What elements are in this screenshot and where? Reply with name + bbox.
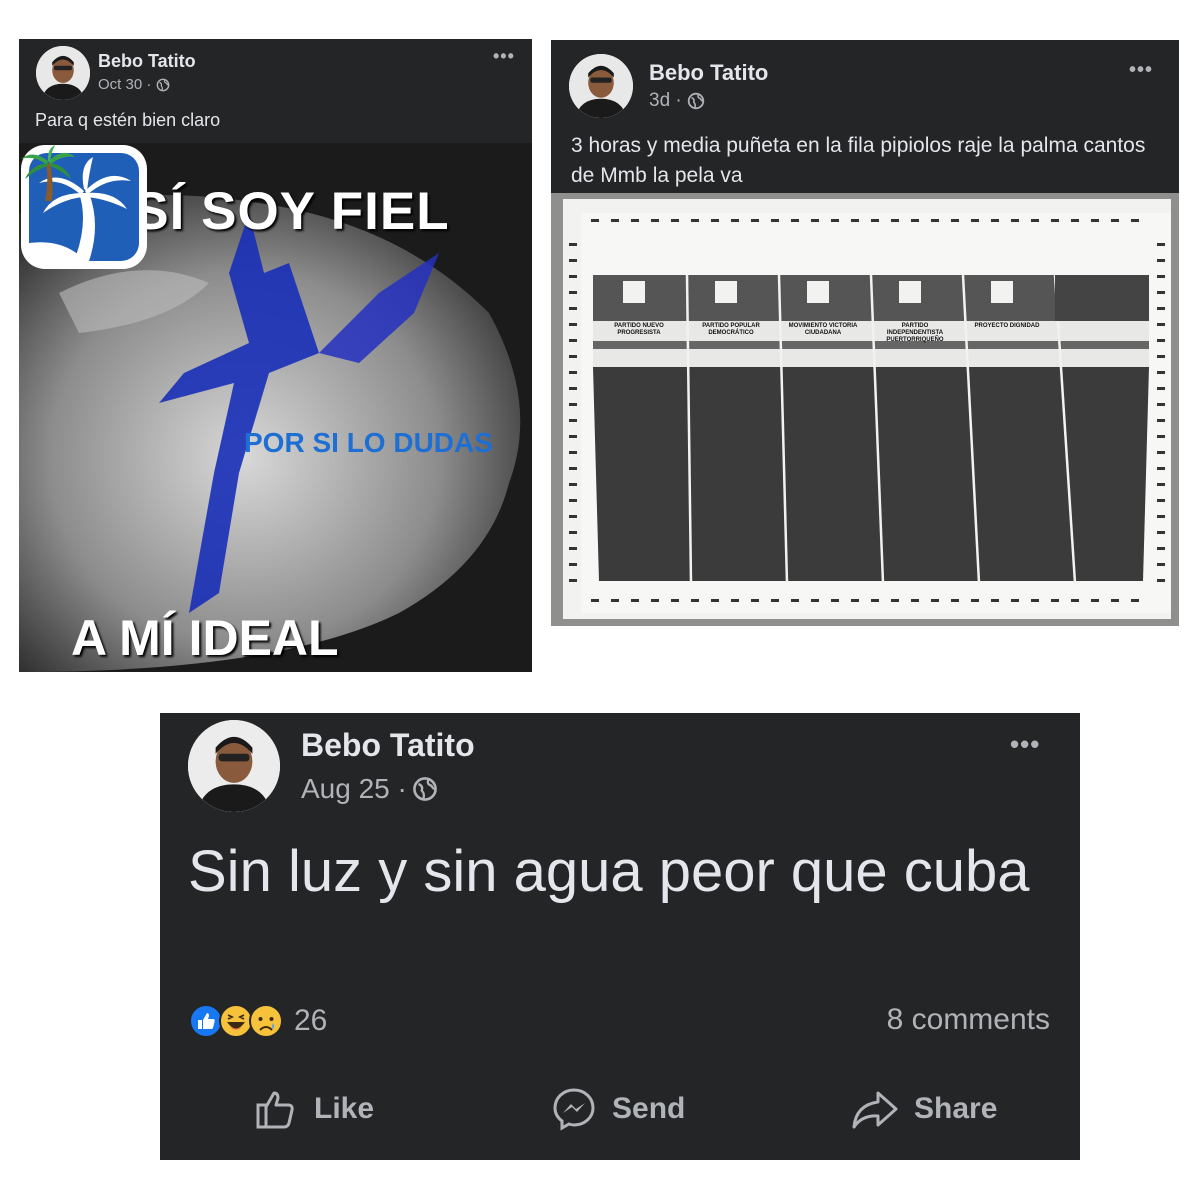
globe-icon [156, 78, 170, 91]
post-card-3d: Bebo Tatito 3d · ••• 3 horas y media puñ… [551, 40, 1179, 626]
post-caption: 3 horas y media puñeta en la fila pipiol… [571, 134, 1146, 187]
post-timestamp[interactable]: 3d · [649, 90, 705, 112]
share-arrow-icon [852, 1091, 898, 1129]
thumbs-up-icon [256, 1091, 294, 1129]
author-avatar[interactable] [569, 54, 633, 118]
post-actions-bar: Like Send Share [160, 1085, 1080, 1141]
comments-count-link[interactable]: 8 comments [887, 1003, 1050, 1037]
send-label: Send [612, 1092, 686, 1125]
share-button[interactable]: Share [850, 1085, 997, 1133]
post-timestamp[interactable]: Oct 30 · [98, 76, 170, 93]
globe-icon [412, 777, 437, 801]
post-image-ballot[interactable]: PARTIDO NUEVO PROGRESISTA PARTIDO POPULA… [551, 193, 1179, 626]
reactions-count: 26 [294, 1004, 328, 1037]
meme-text-bottom: A MÍ IDEAL [71, 610, 339, 666]
author-name[interactable]: Bebo Tatito [98, 51, 196, 72]
ballot-photo [551, 193, 1179, 626]
globe-icon [687, 92, 704, 110]
author-avatar[interactable] [188, 720, 280, 812]
more-options-icon[interactable]: ••• [1129, 60, 1153, 80]
post-image-fist[interactable]: YO SÍ SOY FIEL POR SI LO DUDAS A MÍ IDEA… [19, 143, 532, 672]
author-name[interactable]: Bebo Tatito [649, 60, 768, 86]
sad-reaction-icon [249, 1004, 283, 1038]
timestamp-text: Oct 30 · [98, 76, 152, 93]
post-caption: Para q estén bien claro [35, 110, 221, 130]
like-label: Like [314, 1092, 375, 1125]
share-label: Share [914, 1092, 998, 1125]
ballot-party-pd: PROYECTO DIGNIDAD [974, 323, 1040, 329]
post-card-aug25: Bebo Tatito Aug 25 · ••• Sin luz y sin a… [160, 713, 1080, 1160]
timestamp-text: Aug 25 · [301, 773, 407, 804]
post-timestamp[interactable]: Aug 25 · [301, 773, 438, 805]
meme-text-middle: POR SI LO DUDAS [244, 427, 493, 458]
post-card-oct30: Bebo Tatito Oct 30 · ••• Para q estén bi… [19, 39, 532, 672]
ballot-party-pnp: PARTIDO NUEVO PROGRESISTA [614, 323, 664, 336]
author-avatar[interactable] [36, 46, 90, 100]
reactions-summary[interactable]: 26 [188, 1003, 327, 1039]
messenger-icon [553, 1088, 595, 1131]
author-name[interactable]: Bebo Tatito [301, 727, 475, 764]
ballot-party-ppd: PARTIDO POPULAR DEMOCRÁTICO [702, 323, 760, 336]
ballot-party-mvc: MOVIMIENTO VICTORIA CIUDADANA [788, 323, 858, 336]
post-caption: Sin luz y sin agua peor que cuba [188, 839, 1030, 904]
palm-tree-emoji-icon [21, 145, 75, 201]
like-button[interactable]: Like [252, 1085, 374, 1133]
more-options-icon[interactable]: ••• [493, 47, 515, 65]
timestamp-text: 3d · [649, 90, 682, 111]
ballot-party-pip: PARTIDO INDEPENDENTISTA PUERTORRIQUEÑO [886, 323, 944, 343]
send-button[interactable]: Send [550, 1085, 685, 1133]
more-options-icon[interactable]: ••• [1010, 731, 1040, 757]
